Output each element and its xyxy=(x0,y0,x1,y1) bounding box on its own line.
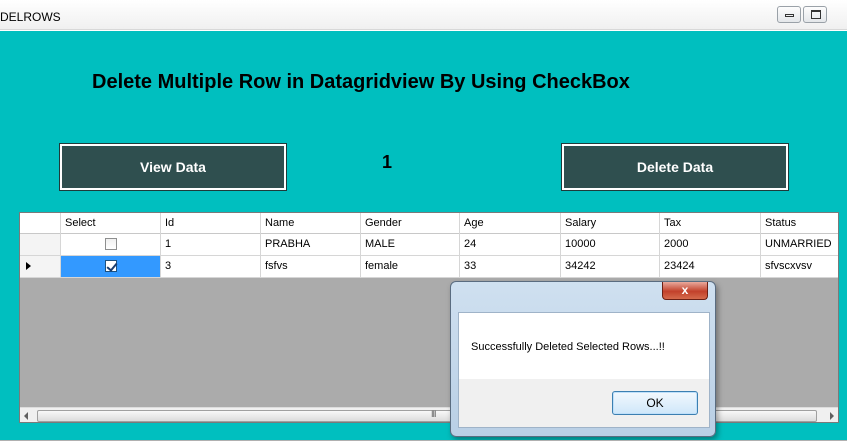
column-header-name[interactable]: Name xyxy=(261,213,361,234)
cell-age[interactable]: 24 xyxy=(460,234,561,255)
cell-name[interactable]: PRABHA xyxy=(261,234,361,255)
message-footer: OK xyxy=(458,379,710,428)
delete-data-button[interactable]: Delete Data xyxy=(561,143,789,191)
window-title: DELROWS xyxy=(0,10,61,24)
current-row-arrow-icon xyxy=(26,262,31,270)
cell-salary[interactable]: 34242 xyxy=(561,256,660,277)
select-cell[interactable] xyxy=(61,234,161,255)
data-grid[interactable]: Select Id Name Gender Age Salary Tax Sta… xyxy=(19,212,839,423)
message-body: Successfully Deleted Selected Rows...!! xyxy=(458,312,710,379)
cell-status[interactable]: sfvscxvsv xyxy=(761,256,838,277)
column-header-salary[interactable]: Salary xyxy=(561,213,660,234)
cell-gender[interactable]: female xyxy=(361,256,460,277)
column-header-select[interactable]: Select xyxy=(61,213,161,234)
cell-tax[interactable]: 2000 xyxy=(660,234,761,255)
message-text: Successfully Deleted Selected Rows...!! xyxy=(471,341,665,353)
cell-id[interactable]: 1 xyxy=(161,234,261,255)
scrollbar-grip: III xyxy=(431,409,436,419)
page-title: Delete Multiple Row in Datagridview By U… xyxy=(92,71,630,93)
table-row[interactable]: 3 fsfvs female 33 34242 23424 sfvscxvsv xyxy=(20,256,838,278)
horizontal-scrollbar[interactable]: III xyxy=(20,407,838,422)
ok-button[interactable]: OK xyxy=(612,391,698,415)
column-header-status[interactable]: Status xyxy=(761,213,838,234)
cell-age[interactable]: 33 xyxy=(460,256,561,277)
row-select-checkbox[interactable] xyxy=(105,238,117,250)
window-bottom-border xyxy=(0,440,847,445)
scroll-right-arrow-icon[interactable] xyxy=(830,412,834,420)
close-button[interactable]: x xyxy=(662,282,708,300)
grid-header-row: Select Id Name Gender Age Salary Tax Sta… xyxy=(20,213,838,234)
form-client-area: Delete Multiple Row in Datagridview By U… xyxy=(0,31,847,440)
select-cell[interactable] xyxy=(61,256,161,277)
maximize-icon xyxy=(811,10,821,19)
selected-count-label: 1 xyxy=(382,152,393,172)
row-header[interactable] xyxy=(20,234,61,255)
row-select-checkbox[interactable] xyxy=(105,260,117,272)
scroll-left-arrow-icon[interactable] xyxy=(24,412,28,420)
cell-salary[interactable]: 10000 xyxy=(561,234,660,255)
column-header-gender[interactable]: Gender xyxy=(361,213,460,234)
column-header-age[interactable]: Age xyxy=(460,213,561,234)
cell-gender[interactable]: MALE xyxy=(361,234,460,255)
column-header-tax[interactable]: Tax xyxy=(660,213,761,234)
window-titlebar: DELROWS xyxy=(0,0,847,30)
column-header-id[interactable]: Id xyxy=(161,213,261,234)
minimize-button[interactable] xyxy=(777,6,801,23)
cell-tax[interactable]: 23424 xyxy=(660,256,761,277)
view-data-button[interactable]: View Data xyxy=(59,143,287,191)
grid-corner-header[interactable] xyxy=(20,213,61,234)
minimize-icon xyxy=(785,14,794,17)
cell-name[interactable]: fsfvs xyxy=(261,256,361,277)
cell-id[interactable]: 3 xyxy=(161,256,261,277)
row-header[interactable] xyxy=(20,256,61,277)
cell-status[interactable]: UNMARRIED xyxy=(761,234,838,255)
maximize-button[interactable] xyxy=(803,6,827,23)
table-row[interactable]: 1 PRABHA MALE 24 10000 2000 UNMARRIED xyxy=(20,234,838,256)
message-box-dialog: x Successfully Deleted Selected Rows...!… xyxy=(450,281,716,437)
